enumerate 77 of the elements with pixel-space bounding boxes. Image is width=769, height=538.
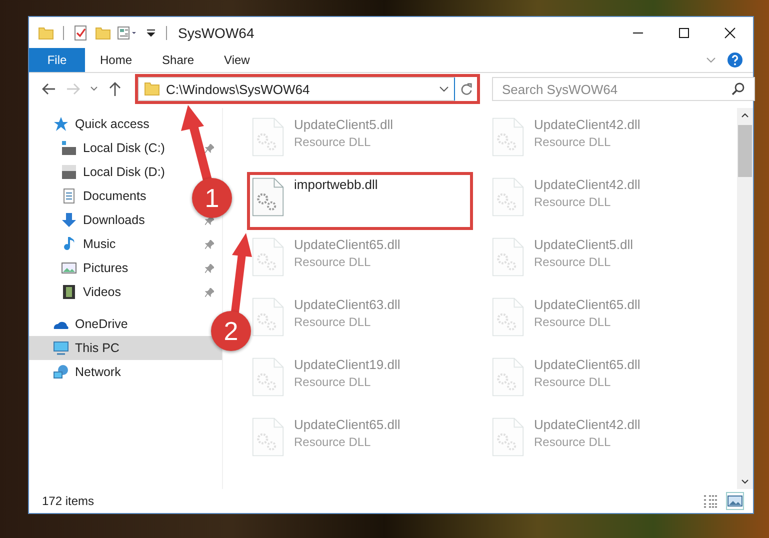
help-icon[interactable] [727,52,743,68]
customize-toolbar-icon[interactable] [145,26,157,38]
pin-icon[interactable] [205,144,214,152]
file-type: Resource DLL [294,435,372,449]
properties-icon[interactable] [117,24,139,40]
nav-item[interactable]: This PC [29,336,222,360]
file-type: Resource DLL [534,255,612,269]
file-type: Resource DLL [534,135,612,149]
file-name: UpdateClient19.dll [294,357,400,372]
nav-icon [61,236,77,252]
nav-icon [61,140,77,156]
file-type: Resource DLL [294,135,372,149]
file-type: Resource DLL [534,435,612,449]
refresh-icon [460,82,472,96]
up-arrow-icon[interactable] [107,81,123,97]
close-icon [724,26,736,38]
nav-item[interactable]: Network [29,360,125,384]
file-name: UpdateClient65.dll [534,297,640,312]
nav-item[interactable]: Pictures [29,256,132,280]
nav-icon [61,212,77,228]
nav-icon [53,364,69,380]
nav-icon [61,164,77,180]
pin-icon[interactable] [205,216,214,224]
scrollbar-thumb[interactable] [738,125,752,177]
window-title: SysWOW64 [178,24,254,40]
file-name: UpdateClient65.dll [294,417,400,432]
file-tab[interactable]: File [29,48,85,72]
large-icons-view-icon[interactable] [727,493,743,509]
folder-icon[interactable] [38,24,54,40]
ribbon-tab[interactable]: Share [147,48,210,72]
details-view-icon[interactable] [703,493,719,509]
nav-item[interactable]: Downloads [29,208,149,232]
ribbon-tab[interactable]: View [209,48,265,72]
file-name: UpdateClient42.dll [534,117,640,132]
folder-icon [144,81,160,97]
dll-file-icon[interactable] [252,177,284,217]
scrollbar[interactable] [737,108,753,489]
item-count: 172 items [42,494,94,508]
nav-icon [61,260,77,276]
pin-icon[interactable] [205,264,214,272]
maximize-icon [678,26,690,38]
file-type: Resource DLL [534,375,612,389]
file-name: UpdateClient42.dll [534,417,640,432]
nav-item[interactable]: Quick access [29,112,154,136]
file-name: UpdateClient63.dll [294,297,400,312]
nav-icon [61,188,77,204]
nav-item[interactable]: Local Disk (D:) [29,160,169,184]
address-field[interactable]: C:\Windows\SysWOW64 [138,77,455,101]
nav-item[interactable]: OneDrive [29,312,132,336]
nav-icon [53,340,69,356]
checklist-icon[interactable] [73,24,89,40]
nav-icon [53,116,69,132]
forward-arrow-icon[interactable] [65,81,81,97]
file-type: Resource DLL [294,315,372,329]
search-field[interactable]: Search SysWOW64 [492,77,755,101]
back-arrow-icon[interactable] [41,81,57,97]
file-name: importwebb.dll [294,177,378,192]
file-type: Resource DLL [294,255,372,269]
folder-icon[interactable] [95,24,111,40]
chevron-down-icon[interactable] [439,84,449,94]
file-type: Resource DLL [294,375,372,389]
nav-item[interactable]: Music [29,232,120,256]
file-name: UpdateClient5.dll [534,237,634,252]
pin-icon[interactable] [205,240,214,248]
nav-icon [61,284,77,300]
file-item[interactable]: importwebb.dll [247,172,473,230]
nav-item[interactable]: Local Disk (C:) [29,136,169,160]
pin-icon[interactable] [205,288,214,296]
nav-item[interactable]: Documents [29,184,150,208]
file-type: Resource DLL [534,195,612,209]
file-name: UpdateClient42.dll [534,177,640,192]
file-name: UpdateClient65.dll [534,357,640,372]
ribbon-tab[interactable]: Home [85,48,148,72]
nav-item[interactable]: Videos [29,280,125,304]
file-name: UpdateClient5.dll [294,117,394,132]
file-name: UpdateClient65.dll [294,237,400,252]
file-type: Resource DLL [534,315,612,329]
